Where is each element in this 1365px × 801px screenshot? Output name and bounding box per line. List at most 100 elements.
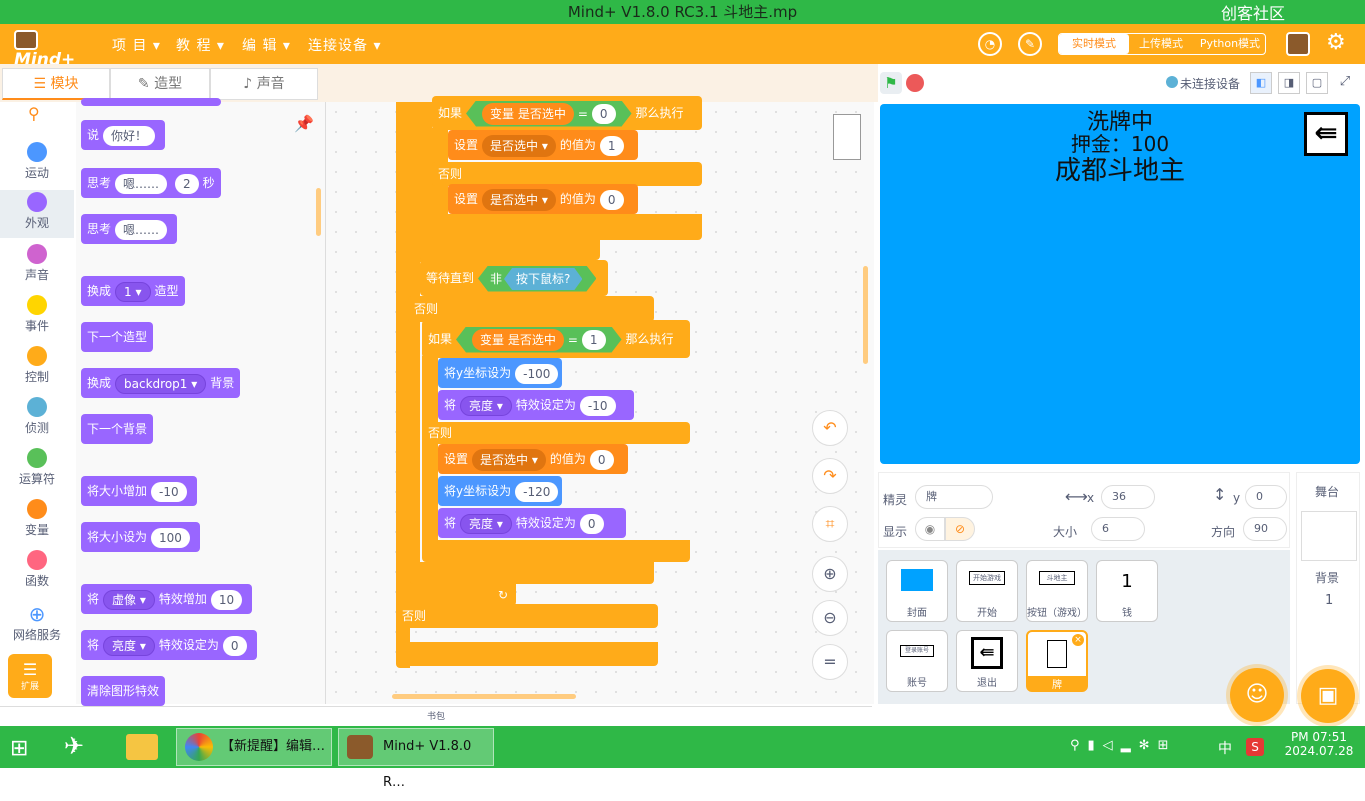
fullscreen-icon[interactable]: ⤢ bbox=[1334, 72, 1356, 94]
stage[interactable]: 洗牌中 押金：100 成都斗地主 ⇚ bbox=[880, 104, 1360, 464]
category-sensing[interactable]: 侦测 bbox=[0, 397, 74, 436]
small-stage-icon[interactable]: ◧ bbox=[1250, 72, 1272, 94]
size-field[interactable]: 6 bbox=[1091, 517, 1145, 541]
ime-indicator[interactable]: 中 bbox=[1218, 738, 1232, 758]
browser-icon bbox=[185, 733, 213, 761]
set-variable-block[interactable]: 设置 是否选中 ▾ 的值为 0 bbox=[438, 444, 628, 474]
x-field[interactable]: 36 bbox=[1101, 485, 1155, 509]
dashboard-icon[interactable]: ◔ bbox=[978, 32, 1002, 56]
normal-stage-icon[interactable]: ◨ bbox=[1278, 72, 1300, 94]
windows-start-icon[interactable]: ⊞ bbox=[10, 736, 28, 761]
palette-block-switch-costume[interactable]: 换成 1 ▾ 造型 bbox=[81, 276, 185, 306]
category-functions[interactable]: 函数 bbox=[0, 550, 74, 589]
if-block[interactable]: 如果 变量 是否选中 = 0 那么执行 bbox=[432, 96, 702, 130]
hide-eye-icon[interactable]: ⊘ bbox=[945, 517, 975, 541]
category-operators[interactable]: 运算符 bbox=[0, 448, 74, 487]
add-backdrop-icon[interactable]: ▣ bbox=[1301, 669, 1355, 723]
palette-block[interactable] bbox=[81, 98, 221, 106]
category-events[interactable]: 事件 bbox=[0, 295, 74, 334]
clock[interactable]: PM 07:51 2024.07.28 bbox=[1284, 730, 1354, 758]
sprite-thumb[interactable]: 斗地主 按钮（游戏） bbox=[1026, 560, 1088, 622]
set-effect-block[interactable]: 将亮度 ▾ 特效设定为 -10 bbox=[438, 390, 634, 420]
category-variables[interactable]: 变量 bbox=[0, 499, 74, 538]
horizontal-scrollbar[interactable] bbox=[392, 694, 576, 699]
palette-block-say[interactable]: 说你好！ bbox=[81, 120, 166, 150]
sprite-thumb[interactable]: 封面 bbox=[886, 560, 948, 622]
palette-block-next-backdrop[interactable]: 下一个背景 bbox=[81, 414, 154, 444]
set-y-block[interactable]: 将y坐标设为 -100 bbox=[438, 358, 562, 388]
add-sprite-icon[interactable]: ☺ bbox=[1230, 668, 1284, 722]
sprite-thumb[interactable]: 登录账号 账号 bbox=[886, 630, 948, 692]
category-motion[interactable]: 运动 bbox=[0, 142, 74, 181]
palette-block-think-secs[interactable]: 思考 嗯…… 2 秒 bbox=[81, 168, 221, 198]
category-sound[interactable]: 声音 bbox=[0, 244, 74, 283]
taskbar-item-browser[interactable]: 【新提醒】编辑… bbox=[176, 728, 332, 766]
sprite-thumb-selected[interactable]: 牌 × bbox=[1026, 630, 1088, 692]
palette-block-set-effect[interactable]: 将亮度 ▾ 特效设定为 0 bbox=[81, 630, 257, 660]
palette-scrollbar[interactable] bbox=[316, 188, 321, 236]
palette-block-next-costume[interactable]: 下一个造型 bbox=[81, 322, 154, 352]
feishu-icon[interactable]: ✈ bbox=[64, 732, 84, 760]
set-effect-block[interactable]: 将亮度 ▾ 特效设定为 0 bbox=[438, 508, 626, 538]
menu-connect-device[interactable]: 连接设备 ▾ bbox=[308, 35, 381, 55]
stop-icon[interactable] bbox=[906, 74, 924, 92]
category-control[interactable]: 控制 bbox=[0, 346, 74, 385]
edit-icon[interactable]: ✎ bbox=[1018, 32, 1042, 56]
tab-blocks[interactable]: ☰ 模块 bbox=[2, 68, 110, 100]
stage-thumbnail[interactable] bbox=[1301, 511, 1357, 561]
avatar[interactable] bbox=[1286, 32, 1310, 56]
direction-field[interactable]: 90 bbox=[1243, 517, 1287, 541]
pin-icon[interactable]: 📌 bbox=[294, 114, 314, 133]
category-network[interactable]: ⊕ 网络服务 bbox=[0, 602, 74, 643]
palette-block-think[interactable]: 思考 嗯…… bbox=[81, 214, 178, 244]
if-block[interactable]: 如果 变量 是否选中 = 1 那么执行 bbox=[422, 320, 690, 358]
realtime-mode-button[interactable]: 实时模式 bbox=[1059, 34, 1129, 54]
zoom-in-icon[interactable]: ⊕ bbox=[812, 556, 848, 592]
category-looks[interactable]: 外观 bbox=[0, 190, 74, 238]
taskbar-item-mindplus[interactable]: Mind+ V1.8.0 R… bbox=[338, 728, 494, 790]
palette-block-clear-effects[interactable]: 清除图形特效 bbox=[81, 676, 166, 706]
tab-costumes[interactable]: ✎ 造型 bbox=[110, 68, 210, 100]
tab-sounds[interactable]: ♪ 声音 bbox=[210, 68, 318, 100]
vertical-scrollbar[interactable] bbox=[863, 266, 868, 364]
palette-block-switch-backdrop[interactable]: 换成 backdrop1 ▾ 背景 bbox=[81, 368, 241, 398]
green-flag-icon[interactable]: ⚑ bbox=[880, 72, 902, 94]
y-field[interactable]: 0 bbox=[1245, 485, 1287, 509]
sprite-thumb[interactable]: ⇚ 退出 bbox=[956, 630, 1018, 692]
show-eye-icon[interactable]: ◉ bbox=[915, 517, 945, 541]
crop-icon[interactable]: ⌗ bbox=[812, 506, 848, 542]
extensions-button[interactable]: ☰ 扩展 bbox=[8, 654, 52, 698]
upload-mode-button[interactable]: 上传模式 bbox=[1129, 34, 1193, 54]
menu-project[interactable]: 项 目 ▾ bbox=[112, 35, 161, 55]
loop-arrow-icon: ↻ bbox=[398, 584, 516, 606]
palette-block-change-size[interactable]: 将大小增加 -10 bbox=[81, 476, 197, 506]
tray-icons[interactable]: ⚲▮◁▂✻⊞ bbox=[1070, 738, 1176, 753]
sprite-name-field[interactable]: 牌 bbox=[915, 485, 993, 509]
sogou-icon[interactable]: S bbox=[1246, 738, 1264, 756]
undo-icon[interactable]: ↶ bbox=[812, 410, 848, 446]
redo-icon[interactable]: ↷ bbox=[812, 458, 848, 494]
zoom-out-icon[interactable]: ⊖ bbox=[812, 600, 848, 636]
search-icon[interactable]: ⚲ bbox=[28, 104, 40, 123]
backpack-bar[interactable]: 书包 bbox=[0, 706, 872, 726]
file-explorer-icon[interactable] bbox=[126, 734, 158, 760]
menu-tutorial[interactable]: 教 程 ▾ bbox=[176, 35, 225, 55]
menu-edit[interactable]: 编 辑 ▾ bbox=[242, 35, 291, 55]
python-mode-button[interactable]: Python模式 bbox=[1195, 34, 1265, 54]
mindplus-logo: Mind+ bbox=[14, 30, 94, 70]
delete-sprite-icon[interactable]: × bbox=[1072, 634, 1084, 646]
gear-icon[interactable]: ⚙ bbox=[1326, 30, 1346, 55]
sprite-thumb[interactable]: 1钱 bbox=[1096, 560, 1158, 622]
wait-until-block[interactable]: 等待直到非按下鼠标? bbox=[420, 260, 608, 296]
palette-block-change-effect[interactable]: 将虚像 ▾ 特效增加 10 bbox=[81, 584, 253, 614]
sprite-thumb[interactable]: 开始游戏 开始 bbox=[956, 560, 1018, 622]
zoom-reset-icon[interactable]: = bbox=[812, 644, 848, 680]
set-variable-block[interactable]: 设置 是否选中 ▾ 的值为 1 bbox=[448, 130, 638, 160]
else-label: 否则 bbox=[422, 422, 690, 444]
taskbar: ⊞ ✈ 【新提醒】编辑… Mind+ V1.8.0 R… ⚲▮◁▂✻⊞ 中 S … bbox=[0, 726, 1365, 790]
set-variable-block[interactable]: 设置 是否选中 ▾ 的值为 0 bbox=[448, 184, 638, 214]
exit-sprite-icon[interactable]: ⇚ bbox=[1304, 112, 1348, 156]
palette-block-set-size[interactable]: 将大小设为 100 bbox=[81, 522, 200, 552]
large-stage-icon[interactable]: ▢ bbox=[1306, 72, 1328, 94]
set-y-block[interactable]: 将y坐标设为 -120 bbox=[438, 476, 562, 506]
